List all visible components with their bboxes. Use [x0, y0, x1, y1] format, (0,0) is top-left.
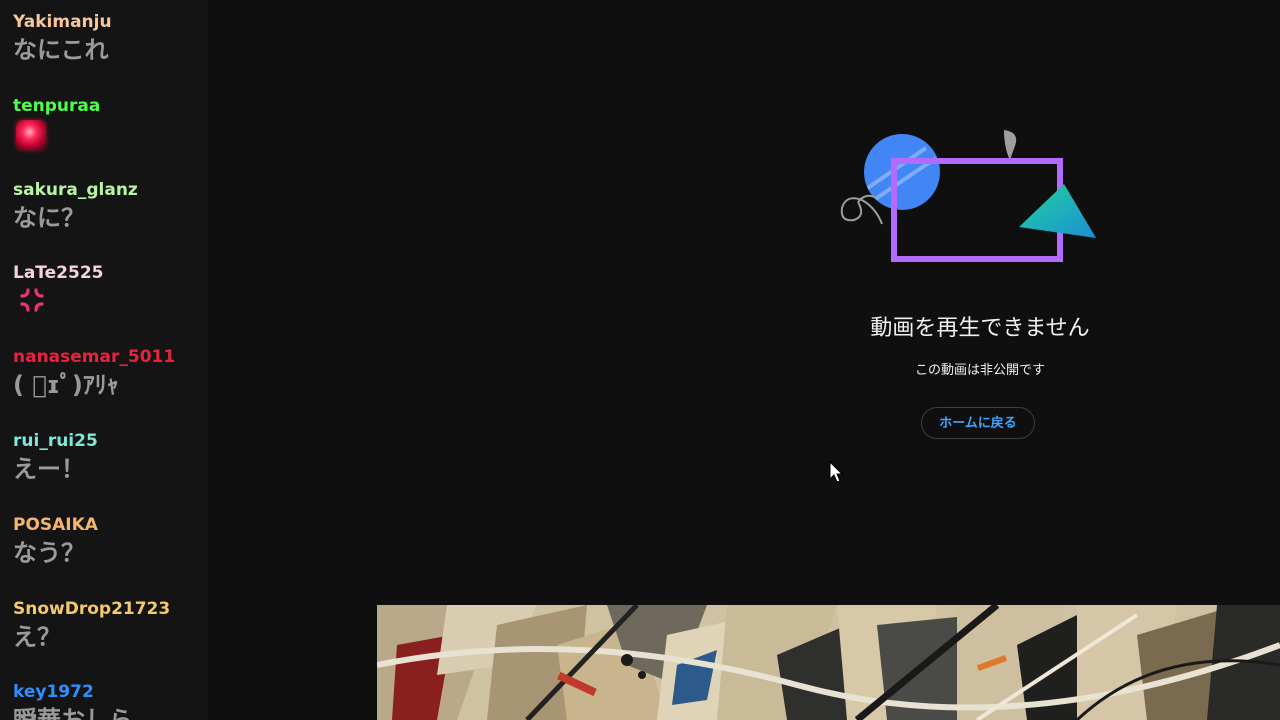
chat-message-text: え？ [13, 623, 61, 651]
chat-message-text: えー！ [13, 455, 85, 483]
chat-username[interactable]: Yakimanju [13, 12, 208, 32]
chat-message-text: 瞬華おしら [13, 706, 133, 720]
chat-username[interactable]: tenpuraa [13, 96, 208, 116]
chat-message: tenpuraa [13, 96, 208, 154]
chat-message: SnowDrop21723 え？ [13, 599, 208, 652]
collage-artwork-image [377, 605, 1280, 720]
chat-message: sakura_glanz なに？ [13, 180, 208, 233]
chat-username[interactable]: LaTe2525 [13, 263, 208, 283]
chat-username[interactable]: SnowDrop21723 [13, 599, 208, 619]
mouse-cursor-icon [829, 461, 844, 483]
chat-username[interactable]: sakura_glanz [13, 180, 208, 200]
screen: Yakimanju なにこれ tenpuraa sakura_glanz なに？… [0, 0, 1280, 720]
chat-message-text: ( ﾟɪﾟ)ｱﾘｬ [13, 371, 119, 399]
error-subtitle: この動画は非公開です [914, 363, 1045, 378]
broken-shapes-illustration [840, 130, 1096, 262]
chat-message-text: なに？ [13, 204, 85, 232]
chat-message: rui_rui25 えー！ [13, 431, 208, 484]
video-unavailable-panel: 動画を再生できません この動画は非公開です ホームに戻る [820, 120, 1140, 460]
chat-message: POSAIKA なう？ [13, 515, 208, 568]
chat-message-text: なにこれ [13, 36, 109, 64]
chat-message: LaTe2525 [13, 263, 208, 315]
anger-mark-icon [20, 288, 44, 312]
chat-username[interactable]: key1972 [13, 682, 208, 702]
chat-message: Yakimanju なにこれ [13, 12, 208, 65]
chat-username[interactable]: nanasemar_5011 [13, 347, 208, 367]
chat-message-text: なう？ [13, 539, 85, 567]
live-chat-panel: Yakimanju なにこれ tenpuraa sakura_glanz なに？… [0, 0, 208, 720]
chat-username[interactable]: POSAIKA [13, 515, 208, 535]
collage-artwork-graphic [377, 605, 1280, 720]
error-title: 動画を再生できません [870, 316, 1090, 341]
back-to-home-button[interactable]: ホームに戻る [921, 407, 1035, 439]
chat-message: key1972 瞬華おしら [13, 682, 208, 720]
red-glowing-emote-icon [16, 120, 46, 150]
chat-message: nanasemar_5011 ( ﾟɪﾟ)ｱﾘｬ [13, 347, 208, 400]
chat-username[interactable]: rui_rui25 [13, 431, 208, 451]
